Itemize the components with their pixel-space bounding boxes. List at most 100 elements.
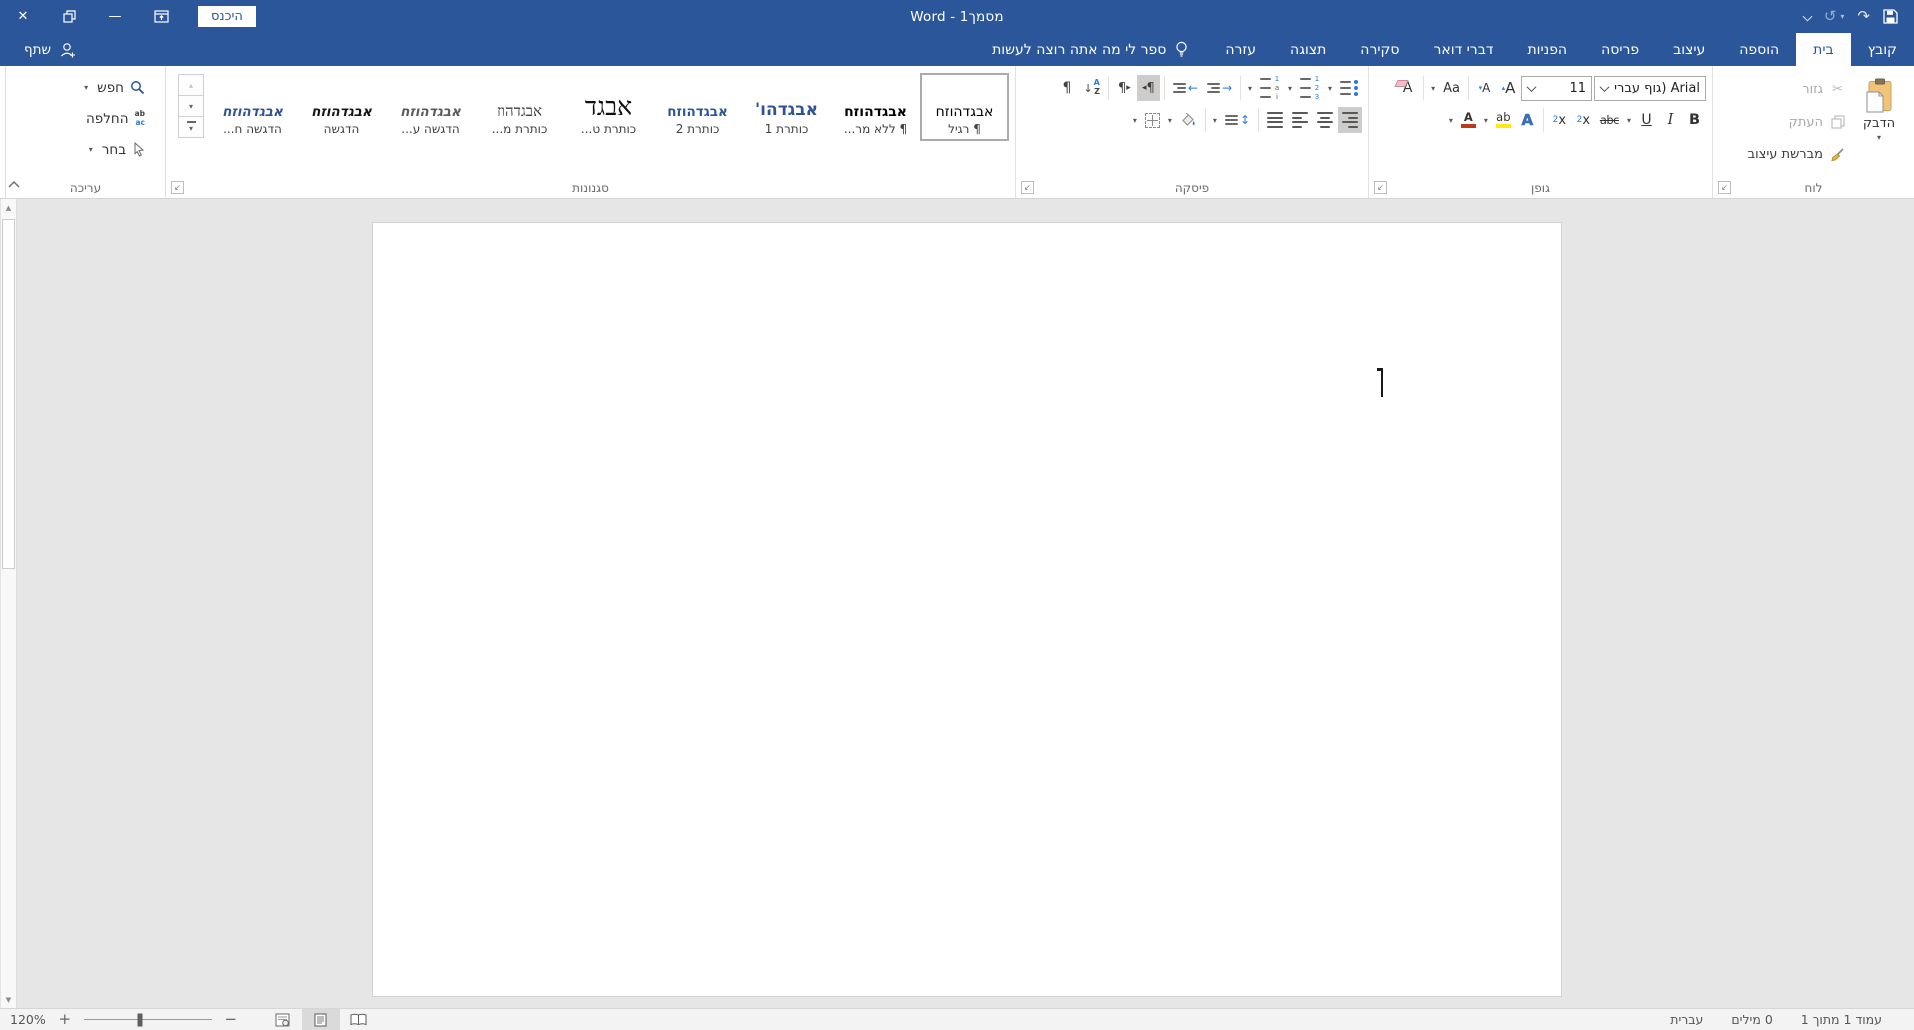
- decrease-indent-button[interactable]: ←: [1169, 75, 1202, 101]
- ltr-text-direction-button[interactable]: ▸ ¶: [1113, 75, 1136, 101]
- zoom-out-button[interactable]: −: [224, 1012, 238, 1027]
- scroll-down-button[interactable]: ▼: [1, 991, 16, 1008]
- italic-button[interactable]: I: [1659, 107, 1682, 133]
- sort-button[interactable]: AZ ↓: [1079, 75, 1103, 101]
- underline-caret-icon[interactable]: ▾: [1624, 116, 1634, 125]
- cut-button[interactable]: ✂ גזור: [1748, 77, 1846, 102]
- undo-button[interactable]: ↺: [1824, 9, 1837, 24]
- rtl-text-direction-button[interactable]: ¶ ◂: [1136, 75, 1160, 101]
- style-intense-emphasis[interactable]: אבגדהוזח הדגשה ח...: [208, 73, 297, 141]
- change-case-button[interactable]: Aa: [1439, 75, 1464, 101]
- strikethrough-button[interactable]: abc: [1596, 107, 1623, 133]
- tab-mailings[interactable]: דברי דואר: [1417, 33, 1511, 66]
- paragraph-dialog-launcher[interactable]: ↙: [1021, 181, 1034, 194]
- show-paragraph-marks-button[interactable]: ¶: [1055, 75, 1078, 101]
- save-button[interactable]: [1883, 9, 1898, 24]
- tab-view[interactable]: תצוגה: [1273, 33, 1343, 66]
- styles-more-button[interactable]: ▾: [178, 116, 204, 138]
- font-dialog-launcher[interactable]: ↙: [1374, 181, 1387, 194]
- font-size-dropdown[interactable]: [1522, 77, 1541, 100]
- format-painter-button[interactable]: מברשת עיצוב: [1748, 142, 1846, 167]
- style-subtitle[interactable]: אבגדהוז כותרת מ...: [475, 73, 564, 141]
- close-window-button[interactable]: ✕: [0, 0, 46, 33]
- multilevel-list-button[interactable]: 1 a i: [1256, 75, 1284, 101]
- line-spacing-caret-icon[interactable]: ▾: [1210, 116, 1220, 125]
- scroll-up-button[interactable]: ▲: [1, 199, 16, 216]
- select-button[interactable]: בחר ▾: [12, 134, 159, 165]
- tab-help[interactable]: עזרה: [1208, 33, 1273, 66]
- clear-formatting-button[interactable]: A: [1396, 75, 1419, 101]
- highlight-caret-icon[interactable]: ▾: [1481, 116, 1491, 125]
- tab-home[interactable]: בית: [1796, 33, 1851, 66]
- grow-font-button[interactable]: A ▴: [1497, 75, 1520, 101]
- document-page[interactable]: [372, 222, 1562, 997]
- undo-dropdown-caret-icon[interactable]: ▾: [1840, 12, 1844, 21]
- language-indicator[interactable]: עברית: [1670, 1012, 1703, 1027]
- minimize-window-button[interactable]: —: [92, 0, 138, 33]
- ribbon-display-options-button[interactable]: [138, 0, 184, 33]
- align-right-button[interactable]: [1338, 107, 1362, 133]
- subscript-button[interactable]: x2: [1572, 107, 1595, 133]
- style-no-spacing[interactable]: אבגדהוזח ¶ ללא מר...: [831, 73, 920, 141]
- shading-caret-icon[interactable]: ▾: [1165, 116, 1175, 125]
- increase-indent-button[interactable]: →: [1203, 75, 1236, 101]
- scrollbar-thumb[interactable]: [2, 219, 15, 569]
- shrink-font-button[interactable]: A ▾: [1473, 75, 1496, 101]
- word-count-indicator[interactable]: 0 מילים: [1731, 1012, 1772, 1027]
- find-button[interactable]: חפש ▾: [12, 72, 159, 103]
- bullets-button[interactable]: [1336, 75, 1362, 101]
- styles-scroll-up-button[interactable]: ▴: [178, 74, 204, 96]
- restore-window-button[interactable]: [46, 0, 92, 33]
- zoom-in-button[interactable]: +: [58, 1012, 72, 1027]
- bullets-caret-icon[interactable]: ▾: [1325, 84, 1335, 93]
- zoom-slider-thumb[interactable]: [137, 1013, 143, 1026]
- tab-file[interactable]: קובץ: [1851, 33, 1914, 66]
- tab-design[interactable]: עיצוב: [1656, 33, 1722, 66]
- styles-dialog-launcher[interactable]: ↙: [171, 181, 184, 194]
- justify-button[interactable]: [1263, 107, 1287, 133]
- paste-button[interactable]: הדבק ▾: [1850, 72, 1908, 175]
- numbering-caret-icon[interactable]: ▾: [1285, 84, 1295, 93]
- line-spacing-button[interactable]: ↕: [1221, 107, 1254, 133]
- numbering-button[interactable]: 1 2 3: [1296, 75, 1324, 101]
- page-number-indicator[interactable]: עמוד 1 מתוך 1: [1801, 1012, 1882, 1027]
- vertical-scrollbar[interactable]: ▲ ▼: [0, 199, 17, 1008]
- read-mode-view-button[interactable]: [340, 1009, 378, 1030]
- align-center-button[interactable]: [1313, 107, 1337, 133]
- tab-layout[interactable]: פריסה: [1584, 33, 1656, 66]
- font-size-combobox[interactable]: 11: [1521, 75, 1592, 101]
- tell-me-box[interactable]: ספר לי מה אתה רוצה לעשות: [972, 33, 1208, 66]
- sign-in-button[interactable]: היכנס: [198, 6, 256, 27]
- borders-button[interactable]: [1141, 107, 1164, 133]
- style-emphasis[interactable]: אבגדהוזח הדגשה: [297, 73, 386, 141]
- highlight-color-button[interactable]: ab: [1492, 107, 1515, 133]
- underline-button[interactable]: U: [1635, 107, 1658, 133]
- shading-button[interactable]: [1176, 107, 1201, 133]
- align-left-button[interactable]: [1288, 107, 1312, 133]
- styles-scroll-down-button[interactable]: ▾: [178, 95, 204, 117]
- style-subtle-emphasis[interactable]: אבגדהוזח הדגשה ע...: [386, 73, 475, 141]
- share-button[interactable]: שתף: [0, 33, 100, 66]
- zoom-slider[interactable]: [83, 1009, 212, 1030]
- style-normal[interactable]: אבגדהוזח ¶ רגיל: [920, 73, 1009, 141]
- clipboard-dialog-launcher[interactable]: ↙: [1718, 181, 1731, 194]
- font-color-caret-icon[interactable]: ▾: [1446, 116, 1456, 125]
- copy-button[interactable]: העתק: [1748, 110, 1846, 135]
- print-layout-view-button[interactable]: [301, 1009, 340, 1030]
- font-color-button[interactable]: A: [1457, 107, 1480, 133]
- zoom-level[interactable]: 120%: [10, 1012, 46, 1027]
- font-name-combobox[interactable]: Arial (גוף עברי): [1594, 75, 1706, 101]
- style-heading1[interactable]: אבגדהו' כותרת 1: [742, 73, 831, 141]
- change-case-caret-icon[interactable]: ▾: [1428, 84, 1438, 93]
- borders-caret-icon[interactable]: ▾: [1130, 116, 1140, 125]
- tab-review[interactable]: סקירה: [1343, 33, 1416, 66]
- tab-references[interactable]: הפניות: [1510, 33, 1584, 66]
- tab-insert[interactable]: הוספה: [1722, 33, 1796, 66]
- text-effects-button[interactable]: A: [1516, 107, 1539, 133]
- style-title[interactable]: אבגד כותרת ט...: [564, 73, 653, 141]
- redo-button[interactable]: ↷: [1857, 9, 1870, 24]
- customize-qat-chevron-icon[interactable]: [1802, 11, 1813, 22]
- collapse-ribbon-button[interactable]: [8, 173, 20, 192]
- web-layout-view-button[interactable]: [264, 1009, 302, 1030]
- replace-button[interactable]: ab ac החלפה: [12, 103, 159, 134]
